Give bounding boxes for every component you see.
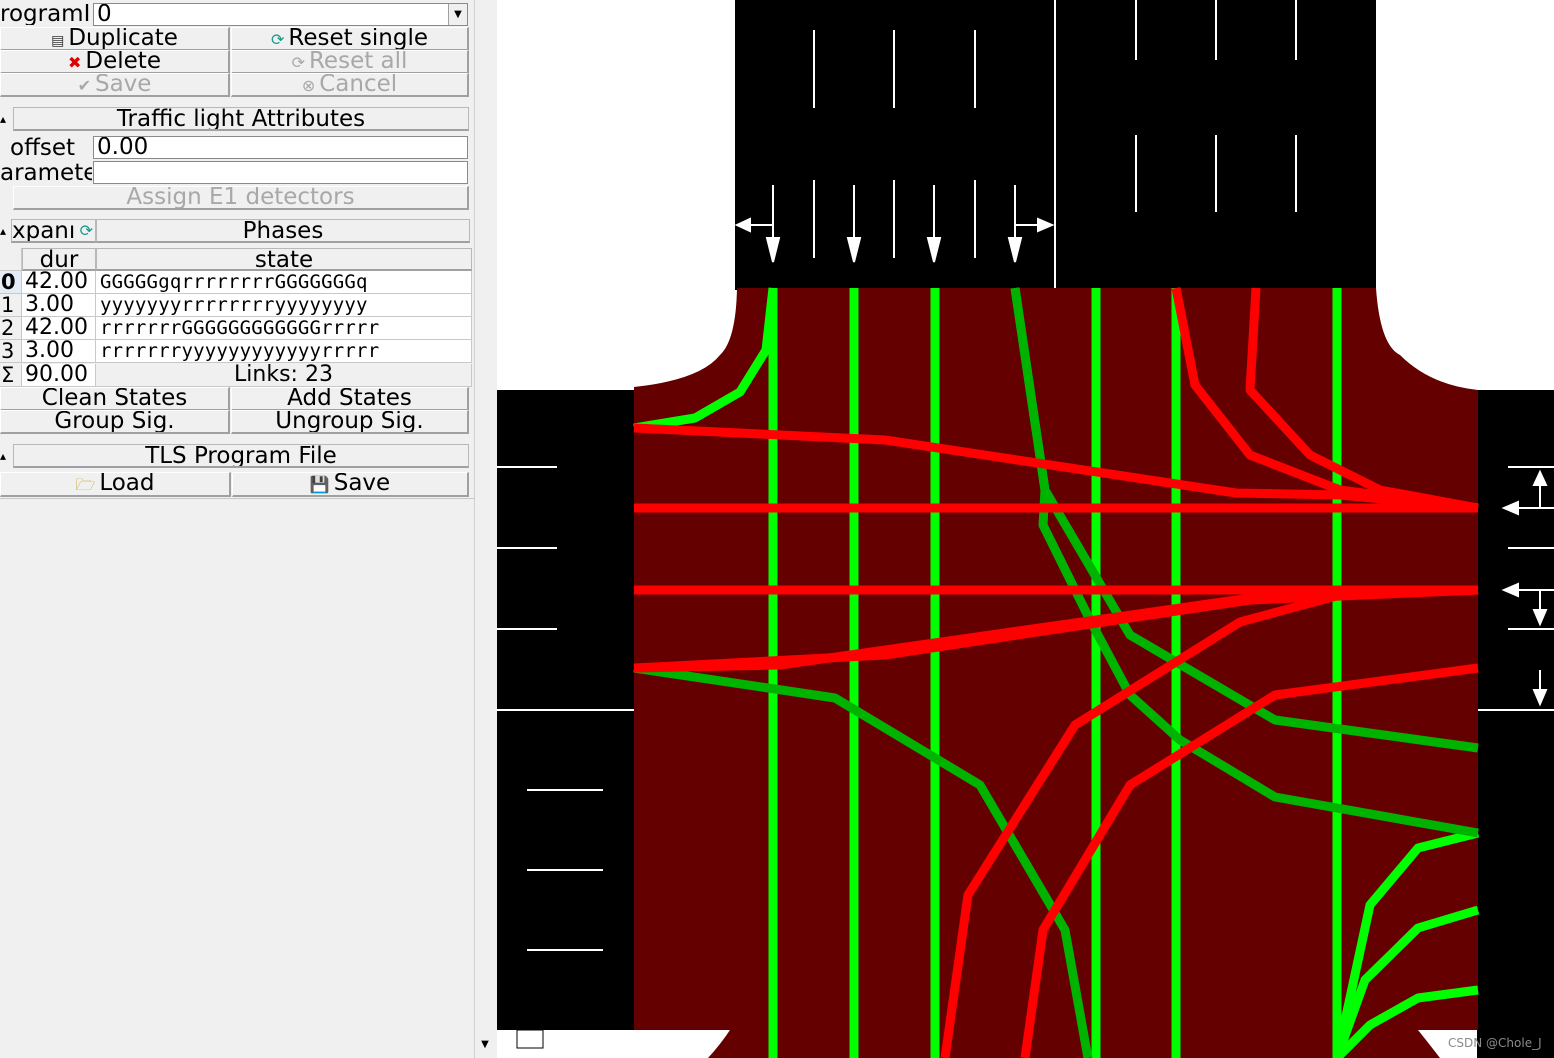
refresh-icon[interactable]: ⟳: [80, 220, 93, 241]
reset-single-label: Reset single: [288, 27, 429, 51]
phase-row-index[interactable]: 3: [0, 340, 22, 363]
attributes-header: Traffic light Attributes: [13, 107, 469, 131]
save-file-label: Save: [333, 472, 391, 496]
collapse-attributes-icon[interactable]: ▴: [0, 112, 6, 126]
phase-duration[interactable]: 42.00: [22, 271, 96, 294]
duplicate-label: Duplicate: [68, 27, 178, 51]
clean-states-button[interactable]: Clean States: [0, 387, 230, 411]
links-count: Links: 23: [96, 364, 472, 387]
parameters-field[interactable]: [93, 161, 468, 184]
expand-label: xpanı: [12, 219, 76, 243]
sum-duration: 90.00: [22, 364, 96, 387]
offset-field[interactable]: 0.00: [93, 136, 468, 159]
column-header-state: state: [96, 248, 472, 271]
phase-duration[interactable]: 42.00: [22, 317, 96, 340]
table-corner: [0, 248, 22, 271]
reset-single-button[interactable]: ⟳ Reset single: [231, 27, 469, 51]
delete-icon: ✖: [68, 53, 82, 72]
cancel-icon: ⊗: [301, 76, 316, 95]
phase-state[interactable]: rrrrrrrGGGGGGGGGGGGrrrrr: [96, 317, 472, 340]
parameters-label: arameteı: [0, 162, 92, 184]
save-label: Save: [94, 73, 152, 97]
program-select[interactable]: 0 ▼: [93, 3, 468, 26]
collapse-program-file-icon[interactable]: ▴: [0, 449, 6, 463]
phase-row-index[interactable]: 2: [0, 317, 22, 340]
program-file-header: TLS Program File: [13, 444, 469, 468]
reset-all-button[interactable]: ⟳ Reset all: [231, 50, 469, 74]
east-road: [1477, 390, 1554, 1058]
phase-duration[interactable]: 3.00: [22, 294, 96, 317]
phase-state[interactable]: GGGGGgqrrrrrrrrGGGGGGGq: [96, 271, 472, 294]
phase-state[interactable]: yyyyyyyrrrrrrrryyyyyyyy: [96, 294, 472, 317]
save-file-button[interactable]: 💾 Save: [232, 472, 469, 497]
reset-icon: ⟳: [270, 30, 285, 49]
phases-header: Phases: [96, 219, 470, 243]
phase-row-index[interactable]: 0: [0, 271, 22, 294]
program-label: rogramII: [0, 3, 92, 25]
network-view[interactable]: [497, 0, 1554, 1058]
add-states-button[interactable]: Add States: [231, 387, 469, 411]
scale-bar: [516, 1029, 544, 1049]
assign-e1-detectors-button[interactable]: Assign E1 detectors: [13, 186, 469, 210]
column-header-dur: dur: [22, 248, 96, 271]
check-icon: ✔: [77, 76, 91, 95]
reset-all-label: Reset all: [308, 50, 408, 74]
program-value: 0: [97, 3, 112, 26]
cancel-label: Cancel: [319, 73, 398, 97]
cancel-button[interactable]: ⊗ Cancel: [231, 73, 469, 97]
traffic-light-icon: ▤: [51, 33, 65, 49]
collapse-phases-icon[interactable]: ▴: [0, 224, 6, 238]
reset-all-icon: ⟳: [291, 53, 305, 72]
folder-open-icon: 🗁: [75, 475, 96, 494]
save-button[interactable]: ✔ Save: [0, 73, 230, 97]
floppy-disk-icon: 💾: [309, 475, 330, 494]
expand-header[interactable]: xpanı ⟳: [11, 219, 96, 243]
phase-duration[interactable]: 3.00: [22, 340, 96, 363]
road-network: [497, 0, 1554, 1058]
chevron-down-icon[interactable]: ▼: [448, 4, 467, 25]
ungroup-sig-button[interactable]: Ungroup Sig.: [231, 410, 469, 434]
vertical-scrollbar[interactable]: [474, 0, 497, 1058]
group-sig-button[interactable]: Group Sig.: [0, 410, 230, 434]
junction-area: [634, 288, 1478, 1058]
load-label: Load: [99, 472, 155, 496]
watermark: CSDN @Chole_J: [1448, 1036, 1542, 1050]
delete-label: Delete: [85, 50, 161, 74]
panel-separator: [0, 498, 474, 499]
phase-row-index[interactable]: 1: [0, 294, 22, 317]
phase-state[interactable]: rrrrrrryyyyyyyyyyyyrrrrr: [96, 340, 472, 363]
tls-editor-panel: rogramII 0 ▼ ▤ Duplicate ⟳ Reset single ✖ D…: [0, 0, 474, 1058]
delete-button[interactable]: ✖ Delete: [0, 50, 230, 74]
load-button[interactable]: 🗁 Load: [0, 472, 231, 497]
duplicate-button[interactable]: ▤ Duplicate: [0, 27, 230, 51]
offset-label: offset: [10, 137, 76, 159]
sum-symbol: Σ: [0, 364, 22, 387]
scroll-down-arrow-icon[interactable]: ▼: [476, 1036, 494, 1054]
